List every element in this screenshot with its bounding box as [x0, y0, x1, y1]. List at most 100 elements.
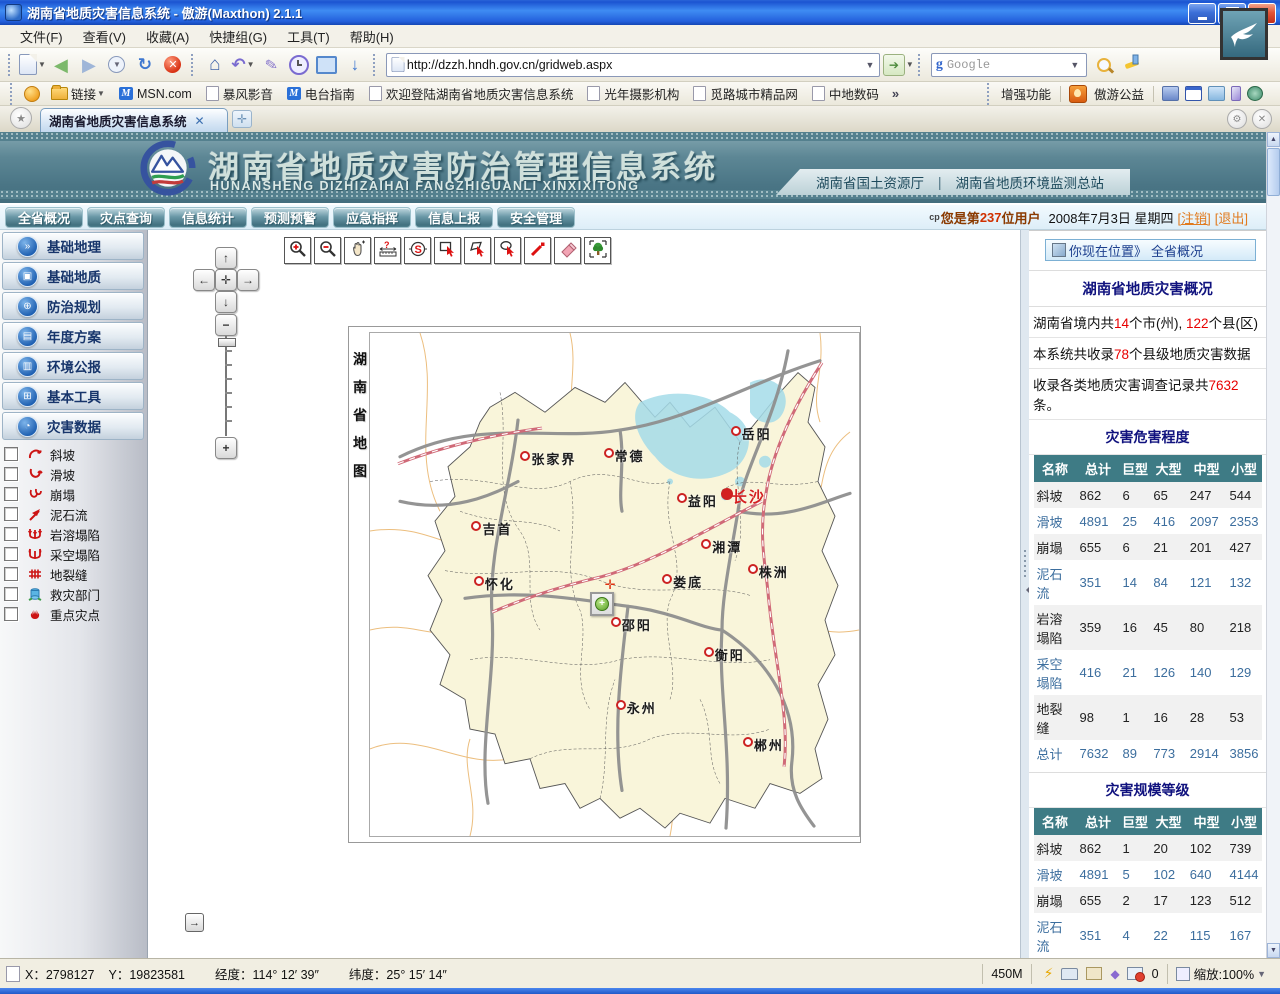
- eraser-tool-button[interactable]: [554, 237, 581, 264]
- sidebar-item-geology-base[interactable]: ▣基础地质: [2, 262, 144, 290]
- favorites-star-button[interactable]: ★: [10, 107, 32, 129]
- tab-tools-button[interactable]: ⚙: [1227, 109, 1247, 129]
- scale-tool-button[interactable]: S: [404, 237, 431, 264]
- zoom-slider-handle[interactable]: [218, 338, 236, 347]
- toolbar-grip[interactable]: [373, 54, 379, 76]
- layer-checkbox-key-points[interactable]: [4, 607, 18, 621]
- go-dropdown-icon[interactable]: ▼: [906, 60, 914, 69]
- address-bar[interactable]: http://dzzh.hndh.gov.cn/gridweb.aspx ▼: [386, 53, 880, 77]
- zoom-in-tool-button[interactable]: [284, 237, 311, 264]
- toolbar-grip[interactable]: [918, 54, 924, 76]
- menu-view[interactable]: 查看(V): [73, 25, 136, 48]
- breadcrumb-current[interactable]: 全省概况: [1151, 241, 1203, 260]
- scroll-up-button[interactable]: ▲: [1267, 132, 1280, 147]
- pan-right-button[interactable]: →: [237, 269, 259, 291]
- menu-file[interactable]: 文件(F): [10, 25, 73, 48]
- zoom-level[interactable]: 缩放:100%: [1194, 964, 1254, 983]
- window-icon[interactable]: [1185, 86, 1202, 101]
- draw-point-tool-button[interactable]: [524, 237, 551, 264]
- download-button[interactable]: ↓: [342, 52, 368, 78]
- search-button[interactable]: [1091, 52, 1117, 78]
- magic-fill-button[interactable]: ✎: [258, 52, 284, 78]
- nav-tab-report[interactable]: 信息上报: [415, 207, 493, 228]
- undo-button[interactable]: ↶▼: [230, 52, 256, 78]
- highlight-button[interactable]: [1119, 52, 1145, 78]
- org-link-land-resources[interactable]: 湖南省国土资源厅: [816, 172, 924, 192]
- layer-checkbox-karst-collapse[interactable]: [4, 527, 18, 541]
- tab-close-icon[interactable]: ✕: [195, 114, 205, 128]
- search-dropdown-icon[interactable]: ▼: [1068, 60, 1082, 70]
- locate-marker-button[interactable]: +: [590, 592, 614, 616]
- forward-button[interactable]: ▶: [76, 52, 102, 78]
- new-page-button[interactable]: ▼: [19, 52, 46, 78]
- select-polygon-tool-button[interactable]: [464, 237, 491, 264]
- enhance-features-button[interactable]: 增强功能: [1001, 84, 1051, 103]
- sidebar-item-basic-tools[interactable]: ⊞基本工具: [2, 382, 144, 410]
- exit-link[interactable]: [退出]: [1215, 208, 1248, 227]
- sidebar-item-disaster-data[interactable]: ◔灾害数据: [2, 412, 144, 440]
- layer-checkbox-collapse[interactable]: [4, 487, 18, 501]
- zoom-slider[interactable]: [221, 336, 231, 436]
- layer-checkbox-mining-collapse[interactable]: [4, 547, 18, 561]
- layer-checkbox-landslide[interactable]: [4, 467, 18, 481]
- sidebar-item-env-bulletin[interactable]: ▥环境公报: [2, 352, 144, 380]
- nav-tab-security[interactable]: 安全管理: [497, 207, 575, 228]
- logout-link[interactable]: [注销]: [1178, 208, 1211, 227]
- capture-button[interactable]: [314, 52, 340, 78]
- maxthon-charity-button[interactable]: 傲游公益: [1094, 84, 1144, 103]
- pan-center-button[interactable]: ✛: [215, 269, 237, 291]
- zoom-out-step-button[interactable]: −: [215, 314, 237, 336]
- home-button[interactable]: ⌂: [202, 52, 228, 78]
- notes-icon[interactable]: [1208, 86, 1225, 101]
- charity-icon[interactable]: [1069, 85, 1087, 103]
- history-button[interactable]: [286, 52, 312, 78]
- pan-up-button[interactable]: ↑: [215, 247, 237, 269]
- menu-help[interactable]: 帮助(H): [340, 25, 404, 48]
- link-storm-player[interactable]: 暴风影音: [206, 84, 273, 103]
- popup-blocker-icon[interactable]: [1127, 967, 1143, 980]
- layer-checkbox-slope[interactable]: [4, 447, 18, 461]
- sidebar-item-geo-base[interactable]: »基础地理: [2, 232, 144, 260]
- address-dropdown-icon[interactable]: ▼: [863, 60, 877, 70]
- page-scrollbar[interactable]: ▲ ▼: [1266, 132, 1280, 958]
- printer-icon[interactable]: [1061, 968, 1078, 980]
- map-canvas[interactable]: 张家界常德岳阳益阳长沙吉首湘潭株洲怀化娄底邵阳衡阳永州郴州 ✛ +: [369, 332, 860, 837]
- nav-tab-emergency[interactable]: 应急指挥: [333, 207, 411, 228]
- menu-tools[interactable]: 工具(T): [277, 25, 340, 48]
- new-page-dropdown-icon[interactable]: ▼: [38, 60, 46, 69]
- scroll-down-button[interactable]: ▼: [1267, 943, 1280, 958]
- zoom-out-tool-button[interactable]: [314, 237, 341, 264]
- stop-button[interactable]: ✕: [160, 52, 186, 78]
- link-photo-studio[interactable]: 光年摄影机构: [587, 84, 679, 103]
- user-icon[interactable]: [1162, 86, 1179, 101]
- refresh-button[interactable]: ↻: [132, 52, 158, 78]
- new-tab-button[interactable]: ✛: [232, 110, 252, 128]
- select-rectangle-tool-button[interactable]: [434, 237, 461, 264]
- full-extent-tool-button[interactable]: [584, 237, 611, 264]
- tab-active[interactable]: 湖南省地质灾害信息系统 ✕: [40, 108, 228, 132]
- pan-tool-button[interactable]: [344, 237, 371, 264]
- minimize-button[interactable]: [1188, 3, 1216, 24]
- menu-groups[interactable]: 快捷组(G): [199, 25, 277, 48]
- links-overflow-button[interactable]: »: [892, 86, 899, 101]
- go-button[interactable]: ➔: [883, 54, 905, 76]
- search-box[interactable]: g Google ▼: [931, 53, 1087, 77]
- toolbar-grip[interactable]: [8, 54, 14, 76]
- link-zhongdi-digital[interactable]: 中地数码: [812, 84, 879, 103]
- layer-checkbox-rescue-dept[interactable]: [4, 587, 18, 601]
- boost-icon[interactable]: ⚡: [1044, 965, 1054, 982]
- pan-left-button[interactable]: ←: [193, 269, 215, 291]
- tab-list-close-button[interactable]: ✕: [1252, 109, 1272, 129]
- zoom-in-step-button[interactable]: +: [215, 437, 237, 459]
- plugin-icon[interactable]: ◆: [1110, 967, 1119, 981]
- address-url[interactable]: http://dzzh.hndh.gov.cn/gridweb.aspx: [407, 58, 863, 72]
- sidebar-item-annual-plan[interactable]: ▤年度方案: [2, 322, 144, 350]
- layer-checkbox-ground-crack[interactable]: [4, 567, 18, 581]
- pan-down-button[interactable]: ↓: [215, 291, 237, 313]
- history-dropdown-button[interactable]: ▼: [104, 52, 130, 78]
- globe-icon[interactable]: [1247, 86, 1263, 101]
- search-input[interactable]: Google: [947, 58, 1068, 72]
- toolbar-grip[interactable]: [191, 54, 197, 76]
- back-button[interactable]: ◀: [48, 52, 74, 78]
- google-logo-icon[interactable]: g: [936, 57, 943, 73]
